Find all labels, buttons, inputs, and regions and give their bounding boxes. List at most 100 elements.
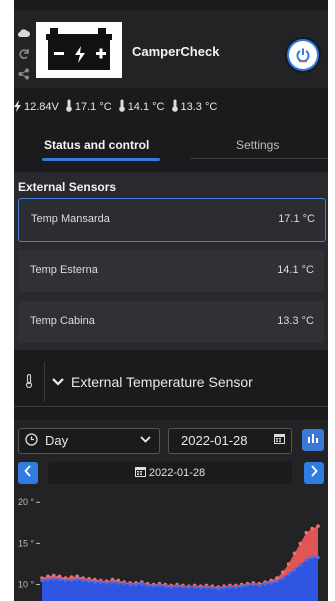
data-point[interactable]: [63, 578, 68, 583]
data-point[interactable]: [286, 572, 291, 576]
chevron-down-icon: [140, 434, 151, 446]
data-point[interactable]: [157, 583, 162, 588]
data-point[interactable]: [169, 585, 173, 589]
data-point[interactable]: [316, 555, 320, 560]
chevron-left-icon: [24, 465, 31, 477]
data-point[interactable]: [57, 577, 62, 582]
data-point[interactable]: [57, 574, 62, 579]
temp-status-1: 17.1 °C: [65, 99, 112, 115]
calendar-icon: [134, 467, 149, 479]
data-point[interactable]: [216, 586, 220, 591]
data-point[interactable]: [51, 577, 56, 581]
cloud-icon[interactable]: [17, 28, 30, 40]
data-point[interactable]: [275, 579, 279, 583]
tab-status-control[interactable]: Status and control: [44, 138, 149, 152]
chart-section: Day 2022-01-28 2022-01-28 20 ° 15 ° 10 °: [14, 420, 328, 601]
active-tab-indicator: [42, 158, 160, 161]
tab-bar: Status and control Settings: [14, 130, 328, 162]
battery-logo: [36, 22, 122, 78]
data-point[interactable]: [175, 584, 179, 588]
data-point[interactable]: [304, 558, 309, 562]
power-button[interactable]: [284, 36, 322, 74]
data-point[interactable]: [69, 578, 74, 583]
data-point[interactable]: [145, 583, 150, 588]
data-point[interactable]: [192, 585, 197, 589]
sensor-item-cabina[interactable]: Temp Cabina 13.3 °C: [18, 301, 324, 343]
data-point[interactable]: [51, 573, 56, 578]
data-point[interactable]: [81, 578, 85, 583]
data-point[interactable]: [310, 526, 314, 531]
current-date-display: 2022-01-28: [48, 462, 292, 484]
data-point[interactable]: [222, 586, 226, 590]
chevron-right-icon: [311, 465, 318, 477]
data-point[interactable]: [269, 581, 273, 585]
calendar-icon: [274, 433, 285, 447]
data-point[interactable]: [251, 582, 256, 587]
sensor-item-esterna[interactable]: Temp Esterna 14.1 °C: [18, 250, 324, 292]
data-point[interactable]: [316, 524, 320, 528]
voltage-status: 12.84V: [14, 99, 59, 115]
sensor-type-label: External Temperature Sensor: [71, 374, 253, 390]
data-point[interactable]: [281, 570, 285, 574]
thermometer-icon: [14, 373, 44, 391]
data-point[interactable]: [163, 584, 168, 588]
data-point[interactable]: [298, 541, 303, 546]
prev-day-button[interactable]: [18, 462, 38, 484]
data-point[interactable]: [228, 585, 232, 589]
side-icons: [17, 28, 32, 80]
data-point[interactable]: [292, 567, 297, 572]
power-icon: [296, 48, 310, 63]
period-select[interactable]: Day: [18, 428, 160, 454]
date-input[interactable]: 2022-01-28: [168, 428, 292, 454]
data-point[interactable]: [116, 581, 121, 585]
data-point[interactable]: [257, 583, 262, 588]
data-point[interactable]: [75, 574, 79, 579]
y-tick-label: 15 °: [18, 538, 35, 548]
data-point[interactable]: [245, 583, 250, 588]
refresh-icon[interactable]: [18, 48, 30, 60]
data-point[interactable]: [87, 579, 91, 583]
temperature-chart: 20 ° 15 ° 10 °: [18, 497, 320, 601]
sensor-type-select[interactable]: External Temperature Sensor: [14, 362, 328, 402]
thermometer-icon: [171, 99, 179, 115]
data-point[interactable]: [310, 555, 314, 560]
data-point[interactable]: [110, 580, 115, 584]
data-point[interactable]: [128, 582, 132, 587]
chart-type-button[interactable]: [302, 429, 324, 451]
data-point[interactable]: [98, 580, 103, 584]
data-point[interactable]: [46, 574, 50, 579]
data-point[interactable]: [286, 562, 291, 566]
y-tick-label: 20 °: [18, 497, 35, 507]
data-point[interactable]: [239, 584, 244, 588]
data-point[interactable]: [304, 530, 309, 535]
data-point[interactable]: [234, 585, 238, 589]
data-point[interactable]: [187, 585, 191, 589]
data-point[interactable]: [104, 581, 109, 585]
y-tick-label: 10 °: [18, 580, 35, 590]
data-point[interactable]: [46, 577, 50, 582]
data-point[interactable]: [204, 585, 209, 589]
data-point[interactable]: [93, 580, 97, 584]
data-point[interactable]: [181, 585, 185, 589]
data-point[interactable]: [69, 575, 74, 579]
data-point[interactable]: [122, 581, 126, 586]
data-point[interactable]: [140, 581, 144, 586]
thermometer-icon: [118, 99, 126, 115]
data-point[interactable]: [298, 563, 303, 567]
data-point[interactable]: [281, 576, 285, 580]
data-point[interactable]: [210, 586, 215, 590]
data-point[interactable]: [275, 576, 279, 580]
data-point[interactable]: [198, 586, 203, 590]
data-point[interactable]: [75, 577, 79, 582]
data-point[interactable]: [134, 582, 138, 587]
sensor-item-mansarda[interactable]: Temp Mansarda 17.1 °C: [18, 198, 326, 242]
data-point[interactable]: [292, 551, 297, 556]
temp-status-3: 13.3 °C: [171, 99, 217, 115]
tab-settings[interactable]: Settings: [236, 138, 279, 152]
status-row: 12.84V 17.1 °C 14.1 °C 13.3 °C: [14, 96, 328, 118]
data-point[interactable]: [40, 578, 44, 583]
data-point[interactable]: [151, 584, 156, 588]
next-day-button[interactable]: [304, 462, 324, 484]
share-icon[interactable]: [18, 68, 30, 80]
data-point[interactable]: [263, 581, 267, 586]
